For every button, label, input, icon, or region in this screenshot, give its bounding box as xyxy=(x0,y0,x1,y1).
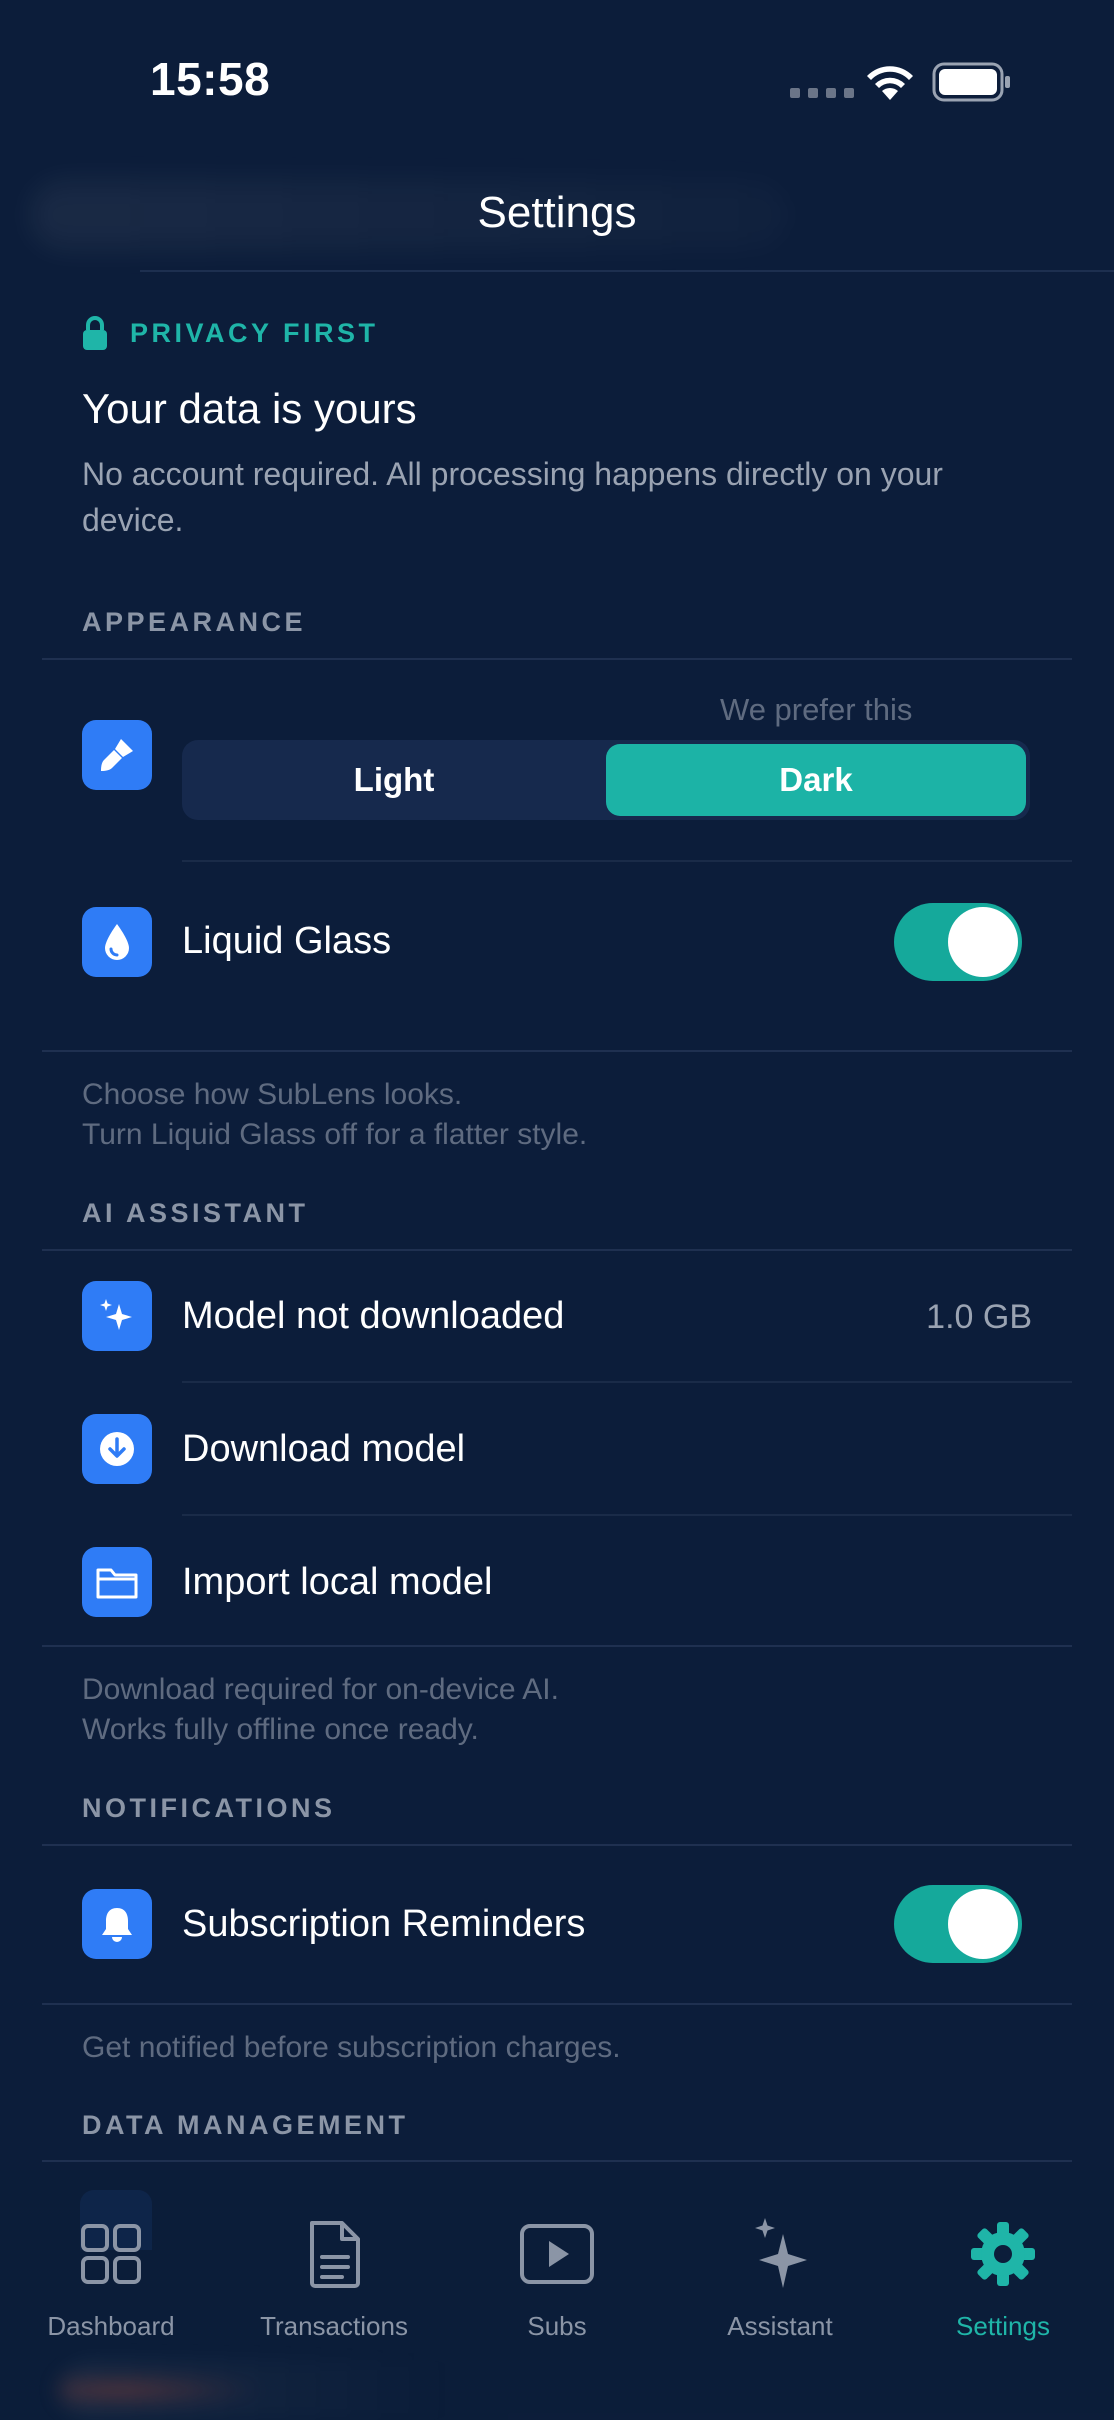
ai-assistant-footnote: Download required for on-device AI. Work… xyxy=(82,1670,559,1750)
theme-preference-note: We prefer this xyxy=(720,692,913,727)
model-status-label: Model not downloaded xyxy=(182,1295,565,1337)
model-size-value: 1.0 GB xyxy=(926,1298,1032,1336)
section-divider xyxy=(42,1249,1072,1251)
document-icon xyxy=(310,2221,360,2288)
section-divider xyxy=(42,1645,1072,1647)
tab-assistant[interactable]: Assistant xyxy=(670,2215,890,2342)
theme-option-light[interactable]: Light xyxy=(182,740,606,820)
privacy-banner: PRIVACY FIRST Your data is yours No acco… xyxy=(82,315,1032,543)
lock-icon xyxy=(83,316,107,350)
tab-dashboard[interactable]: Dashboard xyxy=(1,2215,221,2342)
play-icon xyxy=(520,2224,594,2284)
privacy-label: PRIVACY FIRST xyxy=(130,317,379,348)
scrolled-content-blur xyxy=(60,2360,460,2420)
battery-icon xyxy=(932,62,1010,102)
section-divider xyxy=(42,1050,1072,1052)
section-divider xyxy=(42,2003,1072,2005)
wifi-icon xyxy=(867,66,913,100)
tab-subs[interactable]: Subs xyxy=(447,2215,667,2342)
ai-assistant-footnote-line-2: Works fully offline once ready. xyxy=(82,1713,479,1746)
navigation-header: Settings xyxy=(0,160,1114,272)
ai-assistant-footnote-line-1: Download required for on-device AI. xyxy=(82,1673,559,1706)
grid-icon xyxy=(81,2224,141,2284)
notifications-footnote: Get notified before subscription charges… xyxy=(82,2031,621,2064)
header-divider xyxy=(140,270,1114,272)
bell-icon xyxy=(82,1889,152,1959)
appearance-footnote: Choose how SubLens looks. Turn Liquid Gl… xyxy=(82,1075,587,1155)
tab-bar: Dashboard Transactions Subs Assistant Se… xyxy=(0,2170,1114,2420)
tab-label: Subs xyxy=(527,2311,587,2341)
folder-icon[interactable] xyxy=(82,1547,152,1617)
privacy-description: No account required. All processing happ… xyxy=(82,456,943,538)
status-time: 15:58 xyxy=(150,53,271,105)
liquid-glass-label: Liquid Glass xyxy=(182,920,392,962)
theme-segmented-control[interactable]: Light Dark xyxy=(182,740,1030,820)
paintbrush-icon xyxy=(82,720,152,790)
toggle-knob xyxy=(948,907,1018,977)
row-divider xyxy=(182,1381,1072,1383)
row-divider xyxy=(182,1514,1072,1516)
row-divider xyxy=(182,860,1072,862)
sparkle-icon xyxy=(755,2218,807,2288)
subscription-reminders-label: Subscription Reminders xyxy=(182,1903,586,1945)
section-header-appearance: APPEARANCE xyxy=(82,607,307,637)
section-header-ai-assistant: AI ASSISTANT xyxy=(82,1198,309,1228)
subscription-reminders-toggle[interactable] xyxy=(894,1885,1022,1963)
section-divider xyxy=(42,1844,1072,1846)
tab-label: Settings xyxy=(956,2311,1050,2341)
theme-option-dark[interactable]: Dark xyxy=(606,744,1026,816)
import-local-model-button[interactable]: Import local model xyxy=(182,1561,492,1604)
section-header-notifications: NOTIFICATIONS xyxy=(82,1793,336,1823)
tab-settings[interactable]: Settings xyxy=(893,2215,1113,2342)
sparkles-icon xyxy=(82,1281,152,1351)
section-divider xyxy=(42,2160,1072,2162)
status-bar: 15:58 xyxy=(0,0,1114,160)
download-model-button[interactable]: Download model xyxy=(182,1428,465,1471)
page-title: Settings xyxy=(477,188,637,237)
appearance-footnote-line-1: Choose how SubLens looks. xyxy=(82,1078,463,1111)
download-icon[interactable] xyxy=(82,1414,152,1484)
tab-label: Dashboard xyxy=(47,2311,175,2341)
liquid-glass-toggle[interactable] xyxy=(894,903,1022,981)
gear-icon xyxy=(971,2222,1035,2286)
section-header-data-management: DATA MANAGEMENT xyxy=(82,2110,409,2140)
section-divider xyxy=(42,658,1072,660)
tab-transactions[interactable]: Transactions xyxy=(224,2215,444,2342)
appearance-footnote-line-2: Turn Liquid Glass off for a flatter styl… xyxy=(82,1118,588,1151)
tab-label: Transactions xyxy=(260,2311,408,2341)
toggle-knob xyxy=(948,1889,1018,1959)
drop-icon xyxy=(82,907,152,977)
tab-label: Assistant xyxy=(727,2311,833,2341)
privacy-title: Your data is yours xyxy=(82,385,417,432)
cellular-signal-icon xyxy=(790,88,854,98)
